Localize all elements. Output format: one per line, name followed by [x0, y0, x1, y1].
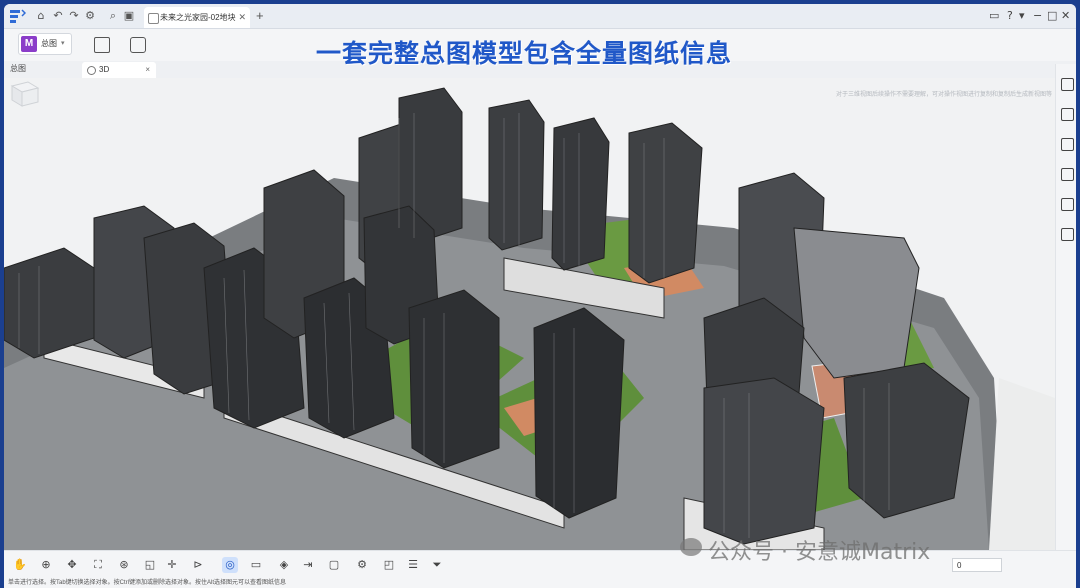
document-search-icon[interactable]	[1061, 198, 1074, 211]
cast-icon[interactable]: ▭	[989, 8, 999, 24]
walk-icon[interactable]: ⊛	[116, 557, 132, 573]
chevron-down-icon: ▾	[61, 40, 65, 47]
home-icon[interactable]: ⌂	[34, 9, 48, 23]
info-icon[interactable]	[1061, 108, 1074, 121]
status-text: 单击进行选择。按Tab键切换选择对象。按Ctrl键添加或删除选择对象。按住Alt…	[8, 580, 287, 586]
save-icon[interactable]: ▣	[122, 9, 136, 23]
title-bar: ⌂ ↶ ↷ ⚙ ⌕ ▣ 未来之光家园-02地块-... ✕ + ▭ ? ▾ − …	[4, 4, 1076, 29]
select-tool-icon[interactable]: ◎	[222, 557, 238, 573]
arrow-icon[interactable]: ⊳	[190, 557, 206, 573]
markup-icon[interactable]: ◰	[381, 557, 397, 573]
fit-view-icon[interactable]: ⛶	[90, 557, 106, 573]
viewport-hint: 对于三维视图后续操作不需要理解，可对操作视图进行复制和复制后生成新视图等	[836, 92, 1053, 98]
site-model-render	[4, 87, 1055, 550]
cube-icon[interactable]: ▢	[326, 557, 342, 573]
tab-document-label: 未来之光家园-02地块-...	[160, 13, 236, 22]
tab-3d-label: 3D	[99, 65, 110, 74]
minimize-button[interactable]: −	[1033, 8, 1042, 24]
layers-icon[interactable]	[1061, 168, 1074, 181]
wechat-logo-icon	[680, 538, 702, 556]
mode-selector[interactable]: M 总图 ▾	[18, 33, 72, 55]
mode-icon: M	[21, 36, 37, 52]
settings-gear-icon[interactable]: ⚙	[354, 557, 370, 573]
settings-icon[interactable]: ⚙	[83, 9, 97, 23]
layers-stack-icon[interactable]: ☰	[405, 557, 421, 573]
undo-icon[interactable]: ↶	[51, 9, 65, 23]
list-icon[interactable]	[1061, 138, 1074, 151]
filter-icon[interactable]: ⏷	[429, 557, 445, 573]
status-bar: 单击进行选择。按Tab键切换选择对象。按Ctrl键添加或删除选择对象。按住Alt…	[4, 578, 1076, 588]
close-view-tab-icon[interactable]: ×	[145, 62, 150, 78]
camera-icon[interactable]	[130, 37, 146, 53]
mode-label: 总图	[41, 39, 57, 48]
screen-icon[interactable]: ▭	[248, 557, 264, 573]
page-headline: 一套完整总图模型包含全量图纸信息	[316, 39, 733, 68]
right-tool-rail	[1055, 64, 1076, 550]
axis-icon[interactable]: ✛	[164, 557, 180, 573]
close-window-button[interactable]: ✕	[1061, 8, 1070, 24]
zoom-icon[interactable]: ⊕	[38, 557, 54, 573]
orbit-icon[interactable]: ✥	[64, 557, 80, 573]
tab-3d-view[interactable]: 3D ×	[82, 62, 156, 78]
chevron-down-icon[interactable]: ▾	[1019, 8, 1025, 24]
document-icon	[148, 13, 159, 24]
maximize-button[interactable]: □	[1047, 8, 1057, 24]
3d-viewport[interactable]: 对于三维视图后续操作不需要理解，可对操作视图进行复制和复制后生成新视图等	[4, 78, 1055, 550]
zoom-select[interactable]: 0	[952, 558, 1002, 572]
redo-icon[interactable]: ↷	[67, 9, 81, 23]
sidebar-title: 总图	[10, 64, 26, 73]
properties-icon[interactable]	[1061, 78, 1074, 91]
search-icon[interactable]: ⌕	[106, 9, 120, 23]
app-logo[interactable]	[10, 9, 26, 23]
help-icon[interactable]: ?	[1007, 8, 1013, 24]
watermark: 公众号 · 安意诚Matrix	[680, 534, 931, 566]
app-window: ⌂ ↶ ↷ ⚙ ⌕ ▣ 未来之光家园-02地块-... ✕ + ▭ ? ▾ − …	[4, 4, 1076, 588]
watermark-text: 公众号 · 安意诚Matrix	[708, 540, 931, 565]
view-icon	[87, 66, 96, 75]
play-icon[interactable]	[94, 37, 110, 53]
close-tab-icon[interactable]: ✕	[238, 7, 246, 28]
measure-icon[interactable]	[1061, 228, 1074, 241]
collapse-icon[interactable]: ⇥	[300, 557, 316, 573]
viewcube-icon[interactable]	[4, 78, 42, 108]
tab-document[interactable]: 未来之光家园-02地块-... ✕	[144, 7, 250, 28]
visibility-icon[interactable]: ◈	[276, 557, 292, 573]
pan-hand-icon[interactable]: ✋	[12, 557, 28, 573]
new-tab-button[interactable]: +	[256, 9, 264, 23]
section-box-icon[interactable]: ◱	[142, 557, 158, 573]
